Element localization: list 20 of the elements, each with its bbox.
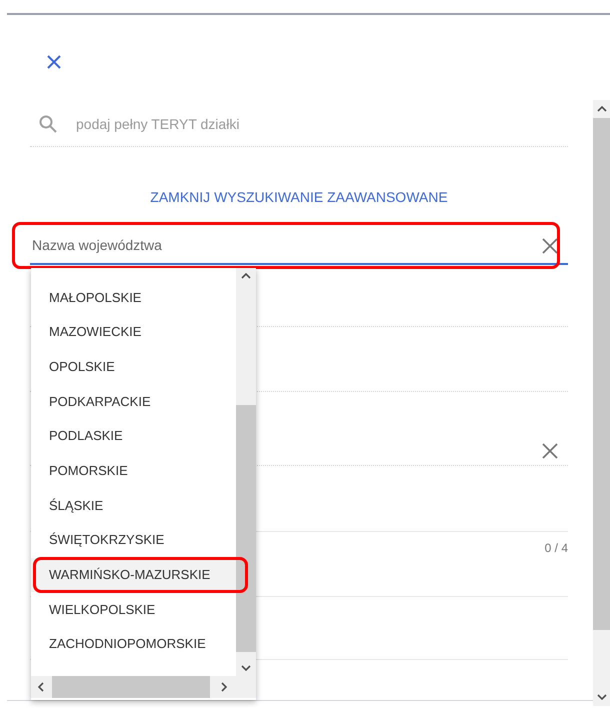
character-counter: 0 / 4 xyxy=(544,540,568,554)
close-icon xyxy=(46,54,62,70)
search-icon xyxy=(39,115,57,133)
scroll-up-icon[interactable] xyxy=(596,105,606,112)
scroll-right-icon[interactable] xyxy=(221,682,228,692)
clear-icon[interactable] xyxy=(542,238,558,254)
scrollbar-thumb[interactable] xyxy=(593,118,610,630)
clear-icon[interactable] xyxy=(542,443,558,459)
scrollbar-thumb[interactable] xyxy=(52,676,210,698)
page-scrollbar[interactable] xyxy=(593,100,610,706)
horizontal-scrollbar[interactable] xyxy=(31,676,256,698)
close-advanced-search-link[interactable]: ZAMKNIJ WYSZUKIWANIE ZAAWANSOWANE xyxy=(150,186,448,208)
dropdown-scrollbar[interactable] xyxy=(236,268,256,676)
scroll-left-icon[interactable] xyxy=(37,682,44,692)
scroll-up-icon[interactable] xyxy=(241,272,251,279)
search-field[interactable]: podaj pełny TERYT działki xyxy=(76,114,568,134)
scroll-down-icon[interactable] xyxy=(241,665,251,672)
scrollbar-thumb[interactable] xyxy=(236,405,256,652)
province-field[interactable]: Nazwa województwa xyxy=(32,235,542,256)
scroll-down-icon[interactable] xyxy=(596,694,606,701)
